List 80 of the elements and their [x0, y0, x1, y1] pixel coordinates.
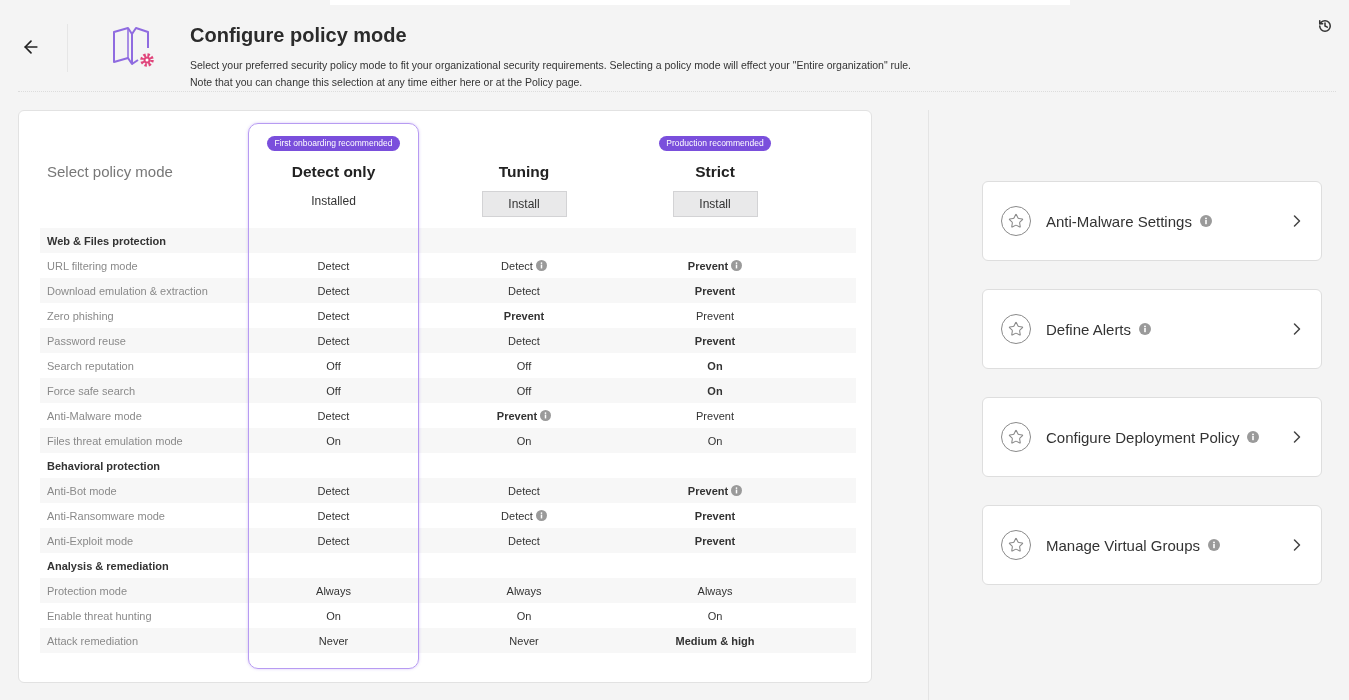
info-icon	[1247, 431, 1260, 443]
shortcut-card[interactable]: Configure Deployment Policy	[982, 397, 1322, 477]
shortcut-card[interactable]: Manage Virtual Groups	[982, 505, 1322, 585]
mode-name: Detect only	[291, 163, 376, 181]
history-button[interactable]	[1318, 19, 1333, 34]
setting-value: Off	[326, 384, 341, 397]
page-description: Select your preferred security policy mode to fit your organizational security requirements. Selecting a policy mode will effect your "Entire organization" rule.	[190, 58, 912, 73]
setting-label: Enable threat hunting	[46, 609, 152, 622]
setting-value: Prevent	[687, 484, 729, 497]
section-title: Analysis & remediation	[46, 559, 169, 572]
setting-value: Detect	[317, 284, 350, 297]
setting-value: Detect	[508, 334, 540, 347]
setting-value: Detect	[317, 309, 350, 322]
setting-label: Attack remediation	[46, 634, 139, 647]
installed-status: Installed	[311, 194, 356, 208]
setting-value: Detect	[501, 509, 533, 522]
setting-value: Off	[516, 359, 532, 372]
info-icon	[1199, 215, 1212, 227]
setting-label: Protection mode	[46, 584, 128, 597]
setting-value: Detect	[317, 534, 350, 547]
setting-label: URL filtering mode	[46, 259, 138, 272]
setting-value: On	[326, 609, 341, 622]
setting-value: Detect	[317, 409, 350, 422]
section-title: Behavioral protection	[46, 459, 161, 472]
setting-value: Prevent	[694, 334, 736, 347]
setting-value: Medium & high	[675, 634, 755, 647]
setting-value: Always	[316, 584, 351, 597]
table-heading: Select policy mode	[47, 163, 173, 180]
setting-value: Prevent	[694, 509, 736, 522]
setting-value: Off	[516, 384, 532, 397]
setting-value: Prevent	[694, 534, 736, 547]
recommended-badge: Production recommended	[659, 136, 771, 151]
page-title: Configure policy mode	[190, 24, 408, 47]
setting-value: Prevent	[496, 409, 538, 422]
setting-value: Detect	[317, 509, 350, 522]
shortcut-card[interactable]: Define Alerts	[982, 289, 1322, 369]
install-button[interactable]: Install	[481, 191, 567, 217]
setting-value: Detect	[508, 534, 540, 547]
setting-value: On	[516, 434, 532, 447]
setting-value: Never	[509, 634, 539, 647]
setting-label: Force safe search	[46, 384, 136, 397]
setting-value: Detect	[508, 284, 540, 297]
setting-value: Detect	[317, 334, 350, 347]
setting-label: Zero phishing	[46, 309, 114, 322]
setting-value: Always	[506, 584, 542, 597]
setting-value: Detect	[508, 484, 540, 497]
setting-value: Prevent	[694, 284, 736, 297]
install-button[interactable]: Install	[672, 191, 758, 217]
recommended-badge: First onboarding recommended	[267, 136, 400, 151]
setting-value: On	[516, 609, 532, 622]
setting-label: Anti-Bot mode	[46, 484, 117, 497]
setting-value: Always	[697, 584, 733, 597]
setting-value: Prevent	[696, 309, 734, 322]
setting-label: Password reuse	[46, 334, 126, 347]
setting-label: Download emulation & extraction	[46, 284, 208, 297]
setting-value: Never	[318, 634, 349, 647]
mode-name: Strict	[695, 163, 735, 181]
setting-value: Off	[326, 359, 341, 372]
setting-label: Anti-Malware mode	[46, 409, 142, 422]
page-description: Note that you can change this selection at any time either here or at the Policy page.	[190, 75, 584, 90]
setting-label: Anti-Exploit mode	[46, 534, 134, 547]
setting-value: Prevent	[503, 309, 545, 322]
setting-value: Prevent	[687, 259, 729, 272]
setting-value: On	[707, 359, 723, 372]
setting-value: Detect	[501, 259, 533, 272]
setting-value: On	[326, 434, 341, 447]
setting-value: Detect	[317, 259, 350, 272]
section-title: Web & Files protection	[46, 234, 166, 247]
setting-label: Files threat emulation mode	[46, 434, 183, 447]
setting-value: Prevent	[696, 409, 734, 422]
info-icon	[1139, 323, 1152, 335]
setting-value: Detect	[317, 484, 350, 497]
shortcut-card[interactable]: Anti-Malware Settings	[982, 181, 1322, 261]
setting-value: On	[707, 434, 723, 447]
setting-value: On	[707, 384, 723, 397]
setting-label: Search reputation	[46, 359, 134, 372]
setting-value: On	[707, 609, 723, 622]
setting-label: Anti-Ransomware mode	[46, 509, 165, 522]
info-icon	[1208, 539, 1220, 551]
mode-name: Tuning	[498, 163, 550, 181]
